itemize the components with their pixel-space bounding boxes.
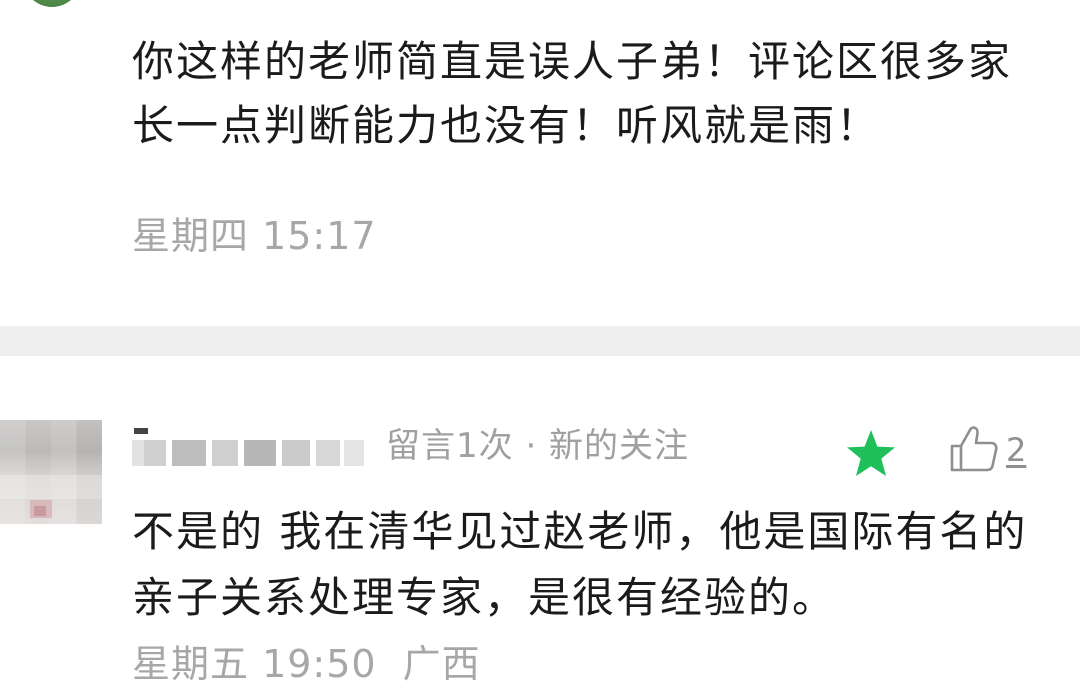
comment-footer: 星期五 19:50 广西 <box>132 640 481 688</box>
star-icon[interactable] <box>845 428 897 478</box>
like-count[interactable]: 2 <box>1006 428 1026 472</box>
nickname-pixel-block <box>144 440 166 466</box>
avatar[interactable] <box>0 420 102 524</box>
avatar-pixel-block <box>34 506 46 516</box>
nickname-pixel-block <box>134 428 148 434</box>
thumbs-up-icon[interactable] <box>948 424 1000 474</box>
nickname-pixel-block <box>316 440 340 466</box>
nickname-pixel-block <box>344 440 364 466</box>
comment-location: 广西 <box>402 642 481 686</box>
nickname-pixel-block <box>172 440 206 466</box>
comment-text: 你这样的老师简直是误人子弟！评论区很多家长一点判断能力也没有！听风就是雨！ <box>132 37 1013 150</box>
nickname-pixel-block <box>212 440 238 466</box>
nickname-pixel-block <box>244 440 276 466</box>
nickname-pixel-block <box>282 440 310 466</box>
star-shape <box>847 430 895 476</box>
comment-timestamp: 星期四 15:17 <box>132 214 377 258</box>
avatar[interactable] <box>22 0 82 7</box>
comment-divider <box>0 326 1080 356</box>
comment-meta: 留言1次 · 新的关注 <box>386 426 690 466</box>
avatar-pixel-block <box>0 475 102 499</box>
comment-timestamp: 星期五 19:50 <box>132 642 377 686</box>
blurred-nickname[interactable] <box>132 428 364 474</box>
comment-text: 不是的 我在清华见过赵老师，他是国际有名的亲子关系处理专家，是很有经验的。 <box>132 507 1028 622</box>
comment-list: 你这样的老师简直是误人子弟！评论区很多家长一点判断能力也没有！听风就是雨！ 星期… <box>0 0 1080 691</box>
